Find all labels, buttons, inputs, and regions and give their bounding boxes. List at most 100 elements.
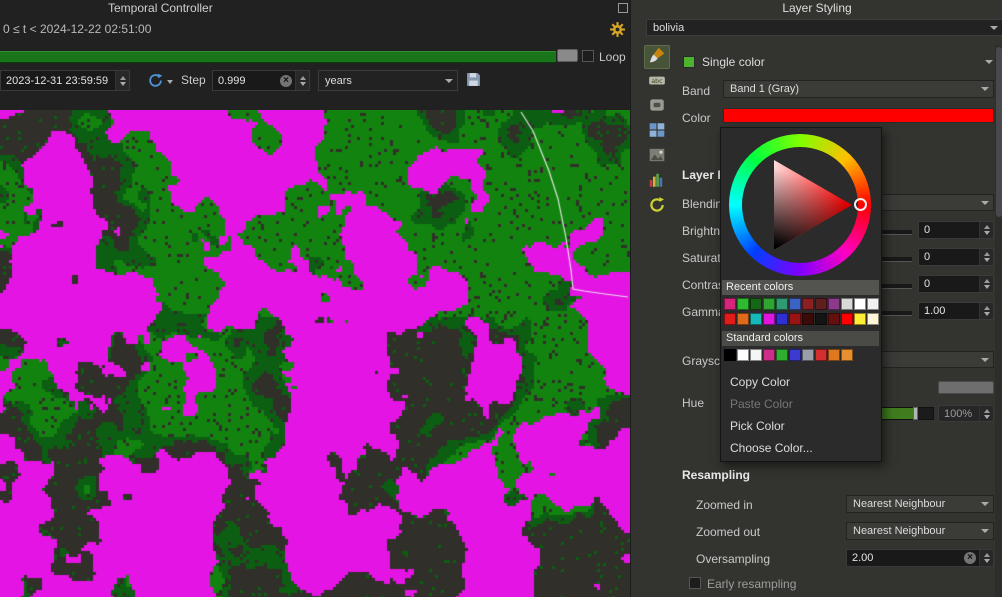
copy-color-menu-item[interactable]: Copy Color [722,371,880,393]
styling-tab-labels[interactable]: abc [644,70,670,94]
zoomed-in-value: Nearest Neighbour [853,498,945,510]
color-swatch[interactable] [815,349,827,361]
color-swatch[interactable] [867,313,879,325]
save-icon[interactable] [466,72,481,87]
color-swatch[interactable] [789,313,801,325]
time-slider-track[interactable] [0,51,556,63]
color-swatch[interactable] [763,298,775,310]
hue-marker[interactable] [854,198,867,211]
zoomed-in-combo[interactable]: Nearest Neighbour [846,495,994,513]
map-view[interactable] [0,110,630,597]
spinner-arrows[interactable] [979,249,993,265]
step-label: Step [181,73,206,87]
refresh-icon[interactable] [148,73,163,88]
layer-name: bolivia [653,22,684,34]
color-swatch[interactable] [776,298,788,310]
loop-label: Loop [599,50,626,64]
color-swatch[interactable] [776,349,788,361]
gamma-value: 1.00 [919,305,979,317]
contrast-value: 0 [919,278,979,290]
time-slider-handle[interactable] [557,49,578,62]
early-resampling-label: Early resampling [707,577,796,591]
clear-icon[interactable]: × [280,75,292,87]
styling-tab-histogram[interactable] [644,170,670,194]
color-swatch[interactable] [802,298,814,310]
color-swatch[interactable] [724,298,736,310]
spinner-arrows[interactable] [979,406,993,421]
color-swatch[interactable] [815,313,827,325]
colorize-color-button[interactable] [938,381,994,394]
color-swatch[interactable] [828,349,840,361]
color-swatch[interactable] [828,313,840,325]
styling-tab-pyramids[interactable] [644,145,670,169]
spinner-arrows[interactable] [979,276,993,292]
refresh-dropdown-arrow[interactable] [167,80,173,84]
color-swatch[interactable] [789,349,801,361]
saturation-input[interactable]: 0 [918,248,994,266]
color-swatch[interactable] [737,349,749,361]
spinner-arrows[interactable] [979,303,993,319]
color-swatch[interactable] [724,349,736,361]
color-swatch[interactable] [841,349,853,361]
datetime-input[interactable]: 2023-12-31 23:59:59 [0,70,130,91]
color-swatch[interactable] [802,349,814,361]
step-unit-combo[interactable]: years [318,70,458,91]
settings-gear-icon[interactable] [609,21,626,38]
color-swatch[interactable] [737,298,749,310]
pick-color-menu-item[interactable]: Pick Color [722,415,880,437]
float-panel-icon[interactable] [618,3,628,13]
spinner-arrows[interactable] [979,550,993,566]
labels-icon: abc [648,71,666,94]
clear-icon[interactable]: × [964,552,976,564]
choose-color-menu-item[interactable]: Choose Color... [722,437,880,459]
color-swatch[interactable] [763,349,775,361]
color-swatch[interactable] [763,313,775,325]
color-swatch[interactable] [750,298,762,310]
color-swatch[interactable] [750,313,762,325]
color-swatch[interactable] [867,298,879,310]
brightness-input[interactable]: 0 [918,221,994,239]
history-icon [648,196,666,219]
hue-wheel[interactable] [729,134,871,276]
color-swatch[interactable] [724,313,736,325]
color-swatch[interactable] [737,313,749,325]
color-swatch[interactable] [841,313,853,325]
scrollbar-thumb[interactable] [996,47,1002,217]
early-resampling-checkbox[interactable] [689,577,701,589]
spinner-arrows[interactable] [115,71,129,90]
color-swatch[interactable] [776,313,788,325]
svg-text:abc: abc [651,77,663,84]
color-swatch[interactable] [854,298,866,310]
color-swatch[interactable] [815,298,827,310]
color-swatch[interactable] [789,298,801,310]
band-combo[interactable]: Band 1 (Gray) [723,80,994,98]
loop-checkbox[interactable] [582,50,594,62]
color-button[interactable] [723,108,994,123]
layer-selector-combo[interactable]: bolivia [646,19,1002,36]
color-swatch[interactable] [750,349,762,361]
step-input[interactable]: 0.999 × [212,70,310,91]
paste-color-menu-item: Paste Color [722,393,880,415]
chevron-down-icon [445,79,453,83]
spinner-arrows[interactable] [295,71,309,90]
zoomed-out-combo[interactable]: Nearest Neighbour [846,522,994,540]
color-swatch[interactable] [828,298,840,310]
oversampling-value: 2.00 [847,552,964,564]
strength-slider-handle[interactable] [913,407,918,420]
color-swatch[interactable] [802,313,814,325]
recent-colors-row-2 [724,313,879,325]
gamma-input[interactable]: 1.00 [918,302,994,320]
styling-tab-diagrams[interactable] [644,120,670,144]
color-swatch[interactable] [841,298,853,310]
oversampling-input[interactable]: 2.00 × [846,549,994,567]
strength-input[interactable]: 100% [938,405,994,422]
spinner-arrows[interactable] [979,222,993,238]
contrast-input[interactable]: 0 [918,275,994,293]
styling-tab-history[interactable] [644,195,670,219]
styling-tab-mask[interactable] [644,95,670,119]
styling-tab-symbology[interactable] [644,45,670,69]
scrollbar[interactable] [995,45,1002,597]
color-swatch[interactable] [854,313,866,325]
renderer-combo[interactable]: Single color [677,52,997,72]
temporal-panel-title: Temporal Controller [108,1,213,15]
